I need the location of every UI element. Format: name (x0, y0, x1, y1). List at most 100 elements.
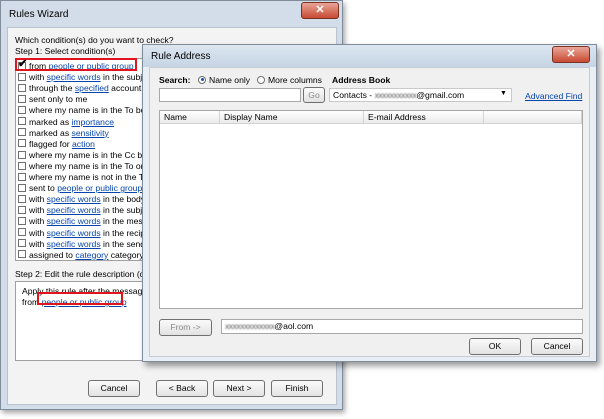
condition-link[interactable]: action (72, 139, 95, 149)
checkbox[interactable] (18, 128, 26, 137)
checkbox[interactable] (18, 117, 26, 126)
condition-link[interactable]: specific words (47, 216, 101, 226)
rule-address-dialog: Rule Address ✕ Search: Name only More co… (142, 44, 597, 362)
address-book-label: Address Book (332, 75, 391, 85)
condition-text: in the body (100, 194, 145, 205)
condition-link[interactable]: specific words (47, 72, 101, 82)
address-book-prefix: Contacts - (333, 90, 375, 100)
highlight-box (37, 292, 123, 305)
condition-item[interactable]: sent to people or public group (18, 183, 142, 194)
checkbox[interactable] (18, 106, 26, 115)
condition-item[interactable]: with specific words in the subject or bo… (18, 205, 144, 216)
radio-name-only-label: Name only (209, 75, 251, 85)
radio-icon[interactable] (198, 75, 206, 84)
checkbox[interactable] (18, 183, 26, 192)
checkbox[interactable] (18, 239, 26, 248)
condition-item[interactable]: where my name is not in the To box (18, 172, 144, 183)
checkbox[interactable] (18, 95, 26, 104)
condition-text: with (29, 205, 47, 216)
condition-text: with (29, 216, 47, 227)
from-field[interactable]: xxxxxxxxxxxxx@aol.com (221, 319, 583, 334)
cancel-button[interactable]: Cancel (88, 380, 140, 397)
back-button[interactable]: < Back (156, 380, 208, 397)
condition-link[interactable]: specific words (47, 205, 101, 215)
cancel-button[interactable]: Cancel (531, 338, 583, 355)
condition-text: in the subject or body (103, 205, 144, 216)
checkbox[interactable] (18, 206, 26, 215)
radio-name-only[interactable]: Name only (198, 75, 250, 85)
address-list[interactable]: Name Display Name E-mail Address (159, 110, 583, 309)
condition-item[interactable]: marked as sensitivity (18, 128, 109, 139)
column-header-name[interactable]: Name (160, 111, 220, 124)
condition-item[interactable]: where my name is in the To or Cc box (18, 161, 144, 172)
go-button[interactable]: Go (303, 87, 325, 103)
search-input[interactable] (159, 88, 301, 102)
condition-text: where my name is not in the To box (29, 172, 144, 182)
next-button[interactable]: Next > (213, 380, 265, 397)
condition-text: marked as (29, 127, 72, 138)
condition-item[interactable]: marked as importance (18, 117, 114, 128)
column-header-display-name[interactable]: Display Name (220, 111, 364, 124)
condition-text: sent only to me (29, 94, 88, 105)
column-header-blank (484, 111, 582, 124)
condition-text: where my name is in the To box (29, 105, 145, 116)
checkbox[interactable] (18, 139, 26, 148)
window-title: Rules Wizard (9, 9, 69, 20)
checkbox[interactable] (18, 83, 26, 92)
condition-text: with (29, 227, 47, 238)
condition-item[interactable]: with specific words in the recipient's a… (18, 227, 145, 239)
condition-item[interactable]: with specific words in the body (18, 194, 145, 205)
condition-item[interactable]: flagged for action (18, 139, 95, 150)
condition-text: marked as (29, 116, 72, 127)
advanced-find-link[interactable]: Advanced Find (525, 91, 582, 101)
condition-link[interactable]: importance (72, 117, 115, 127)
condition-text: with (29, 194, 47, 205)
condition-item[interactable]: where my name is in the To box (18, 105, 145, 116)
checkbox[interactable] (18, 194, 26, 203)
condition-item[interactable]: sent only to me (18, 94, 87, 105)
condition-link[interactable]: people or public group (57, 183, 142, 193)
from-button[interactable]: From -> (159, 319, 212, 336)
condition-link[interactable]: sensitivity (72, 128, 109, 138)
dialog-titlebar (143, 45, 596, 67)
condition-item[interactable]: with specific words in the message heade… (18, 216, 144, 227)
checkbox[interactable] (18, 150, 26, 159)
condition-item[interactable]: with specific words in the sender's addr… (18, 238, 145, 250)
condition-item[interactable]: where my name is in the Cc box (18, 150, 144, 161)
radio-more-columns-label: More columns (268, 75, 322, 85)
condition-text: with (29, 72, 47, 83)
address-book-value: Contacts - xxxxxxxxxxx@gmail.com (333, 90, 464, 100)
condition-item[interactable]: assigned to category category (18, 250, 144, 260)
address-book-select[interactable]: Contacts - xxxxxxxxxxx@gmail.com ▼ (329, 88, 512, 102)
condition-text: in the recipient's address (103, 227, 145, 238)
condition-text: account (108, 83, 142, 94)
ok-button[interactable]: OK (469, 338, 521, 355)
radio-icon[interactable] (257, 75, 265, 84)
condition-item[interactable]: with specific words in the subject (18, 72, 144, 83)
checkbox[interactable] (18, 250, 26, 259)
condition-text: in the subject (103, 72, 144, 83)
condition-link[interactable]: category (75, 250, 108, 260)
conditions-list[interactable]: ✔ from people or public group with specifi… (15, 58, 145, 261)
step1-label: Step 1: Select condition(s) (15, 46, 116, 56)
condition-link[interactable]: specific words (47, 239, 101, 249)
radio-more-columns[interactable]: More columns (257, 75, 322, 85)
redacted-text: xxxxxxxxxxx (374, 90, 417, 100)
condition-link[interactable]: specific words (47, 228, 101, 238)
column-header-email[interactable]: E-mail Address (364, 111, 484, 124)
from-field-value: xxxxxxxxxxxxx@aol.com (225, 321, 313, 331)
close-icon[interactable]: ✕ (552, 46, 590, 63)
condition-text: in the sender's address (103, 238, 145, 249)
checkbox[interactable] (18, 172, 26, 181)
highlight-box (15, 58, 137, 71)
checkbox[interactable] (18, 161, 26, 170)
close-icon[interactable]: ✕ (301, 2, 339, 19)
checkbox[interactable] (18, 72, 26, 81)
condition-link[interactable]: specific words (47, 194, 101, 204)
checkbox[interactable] (18, 228, 26, 237)
condition-link[interactable]: specified (75, 83, 109, 93)
checkbox[interactable] (18, 217, 26, 226)
chevron-down-icon[interactable]: ▼ (500, 90, 507, 97)
finish-button[interactable]: Finish (271, 380, 323, 397)
condition-item[interactable]: through the specified account (18, 83, 141, 94)
